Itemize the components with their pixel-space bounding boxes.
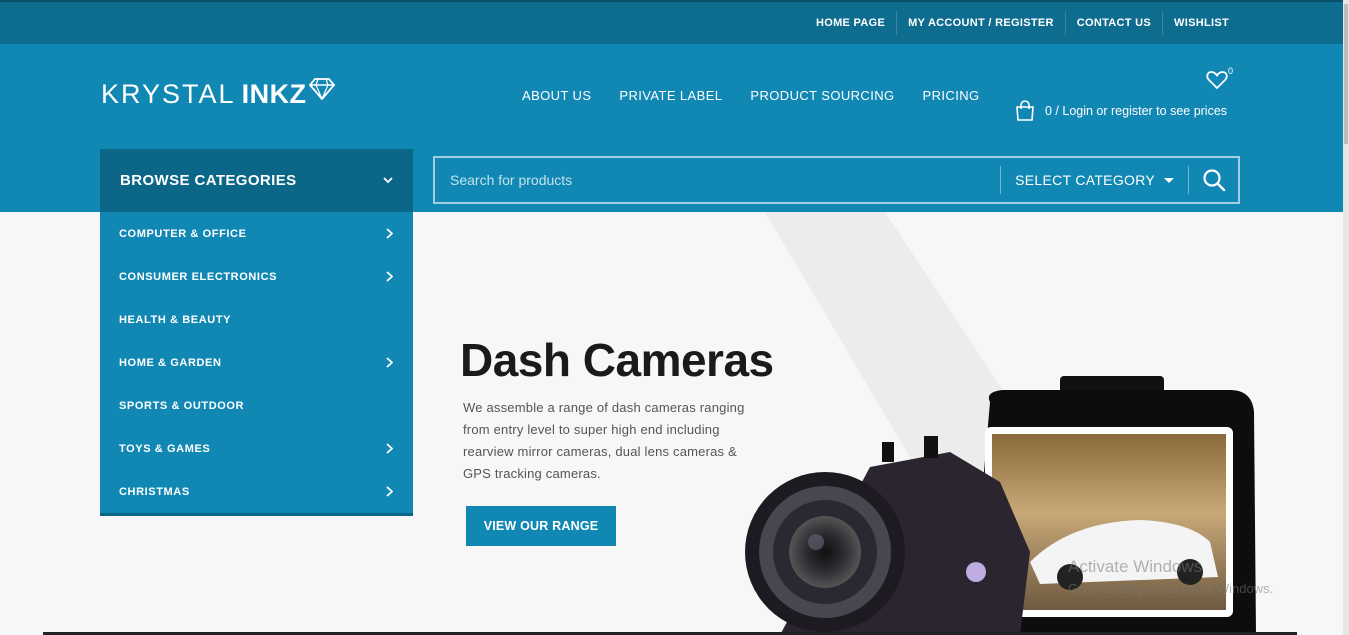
category-home-garden[interactable]: HOME & GARDEN <box>100 341 413 384</box>
browse-categories-toggle[interactable]: BROWSE CATEGORIES <box>100 149 413 212</box>
hero-title: Dash Cameras <box>460 334 774 386</box>
activate-windows-watermark: Activate Windows Go to Settings to activ… <box>1068 557 1273 596</box>
chevron-right-icon <box>386 357 393 368</box>
cart-login[interactable]: 0 / Login or register to see prices <box>1015 100 1227 121</box>
category-christmas[interactable]: CHRISTMAS <box>100 470 413 513</box>
nav-about-us[interactable]: ABOUT US <box>522 88 591 103</box>
category-toys-games[interactable]: TOYS & GAMES <box>100 427 413 470</box>
chevron-right-icon <box>386 443 393 454</box>
category-label: HOME & GARDEN <box>119 356 222 369</box>
wishlist-count: 0 <box>1228 66 1234 76</box>
category-label: HEALTH & BEAUTY <box>119 313 232 326</box>
category-select[interactable]: SELECT CATEGORY <box>1000 166 1188 194</box>
wishlist-button[interactable]: 0 <box>1206 66 1233 94</box>
watermark-line-1: Activate Windows <box>1068 557 1203 576</box>
browse-categories-title: BROWSE CATEGORIES <box>120 172 297 189</box>
category-label: SPORTS & OUTDOOR <box>119 399 245 412</box>
diamond-icon <box>308 78 335 100</box>
search-icon <box>1202 169 1225 192</box>
chevron-right-icon <box>386 228 393 239</box>
heart-icon <box>1206 71 1228 90</box>
logo-text-light: KRYSTAL <box>101 78 236 109</box>
category-health-beauty[interactable]: HEALTH & BEAUTY <box>100 298 413 341</box>
search-input[interactable] <box>435 158 1001 202</box>
category-label: COMPUTER & OFFICE <box>119 227 247 240</box>
nav-private-label[interactable]: PRIVATE LABEL <box>619 88 722 103</box>
top-bar: HOME PAGE MY ACCOUNT / REGISTER CONTACT … <box>0 0 1349 44</box>
caret-down-icon <box>1164 177 1174 183</box>
cart-text: 0 / Login or register to see prices <box>1045 103 1228 118</box>
category-computer-office[interactable]: COMPUTER & OFFICE <box>100 212 413 255</box>
wishlist-link[interactable]: WISHLIST <box>1162 11 1240 35</box>
my-account-link[interactable]: MY ACCOUNT / REGISTER <box>896 11 1065 35</box>
contact-us-link[interactable]: CONTACT US <box>1064 11 1162 35</box>
nav-product-sourcing[interactable]: PRODUCT SOURCING <box>750 88 894 103</box>
site-header: KRYSTAL INKZ ABOUT US PRIVATE LABEL PROD… <box>0 44 1349 212</box>
nav-pricing[interactable]: PRICING <box>923 88 980 103</box>
category-consumer-electronics[interactable]: CONSUMER ELECTRONICS <box>100 255 413 298</box>
category-label: TOYS & GAMES <box>119 442 211 455</box>
search-button[interactable] <box>1188 166 1238 194</box>
scrollbar-thumb[interactable] <box>1344 4 1348 144</box>
view-our-range-button[interactable]: VIEW OUR RANGE <box>466 506 616 546</box>
scrollbar[interactable] <box>1343 0 1349 635</box>
chevron-down-icon <box>383 177 393 184</box>
category-select-label: SELECT CATEGORY <box>1015 172 1155 188</box>
shopping-bag-icon <box>1016 100 1034 121</box>
top-links: HOME PAGE MY ACCOUNT / REGISTER CONTACT … <box>805 2 1240 44</box>
logo-text-bold: INKZ <box>241 78 307 109</box>
category-sports-outdoor[interactable]: SPORTS & OUTDOOR <box>100 384 413 427</box>
home-page-link[interactable]: HOME PAGE <box>805 11 896 35</box>
watermark-line-2: Go to Settings to activate Windows. <box>1068 581 1274 596</box>
category-list: COMPUTER & OFFICE CONSUMER ELECTRONICS H… <box>100 212 413 516</box>
hero-description: We assemble a range of dash cameras rang… <box>463 400 745 481</box>
chevron-right-icon <box>386 486 393 497</box>
category-label: CONSUMER ELECTRONICS <box>119 270 278 283</box>
category-label: CHRISTMAS <box>119 485 190 498</box>
logo[interactable]: KRYSTAL INKZ <box>101 74 335 114</box>
chevron-right-icon <box>386 271 393 282</box>
search-bar: SELECT CATEGORY <box>433 156 1240 204</box>
main-nav: ABOUT US PRIVATE LABEL PRODUCT SOURCING … <box>522 88 1008 103</box>
